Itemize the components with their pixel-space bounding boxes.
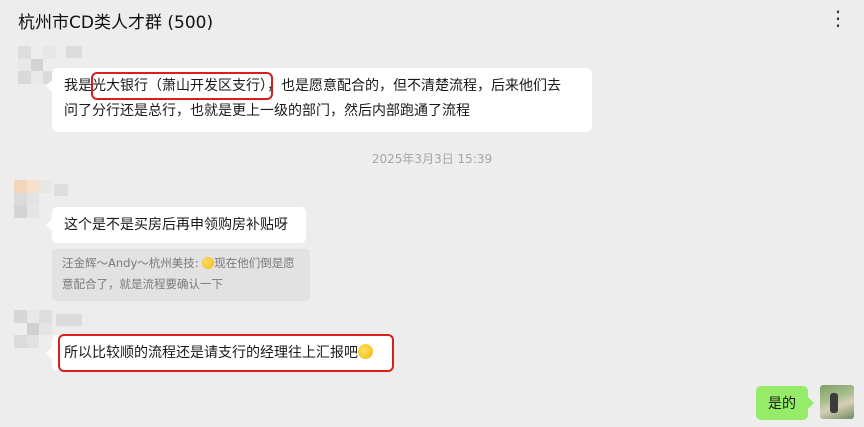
quote-text-1: 现在他们倒是愿 [214, 256, 295, 270]
message-text: 所以比较顺的流程还是请支行的经理往上汇报吧 [64, 345, 358, 361]
chat-title[interactable]: 杭州市CD类人才群 (500) [18, 8, 213, 33]
grinning-sweat-emoji-icon [202, 257, 215, 269]
quoted-message[interactable]: 汪金辉～Andy～杭州美技: 现在他们倒是愿 意配合了，就是流程要确认一下 [52, 249, 310, 301]
avatar[interactable] [18, 46, 56, 84]
message-text: 这个是不是买房后再申领购房补贴呀 [64, 217, 288, 233]
avatar[interactable] [14, 180, 52, 218]
avatar[interactable] [14, 310, 52, 348]
message-text-line-1: 我是光大银行（萧山开发区支行），也是愿意配合的，但不清楚流程，后来他们去 [64, 78, 561, 94]
more-options-icon[interactable]: ⋮ [828, 6, 848, 30]
self-avatar[interactable] [820, 385, 854, 419]
quote-text-2: 意配合了，就是流程要确认一下 [62, 277, 223, 291]
quote-sender: 汪金辉～Andy～杭州美技: [62, 256, 203, 270]
grinning-sweat-emoji-icon [358, 344, 373, 359]
timestamp: 2025年3月3日 15:39 [371, 152, 493, 166]
message-bubble[interactable]: 我是光大银行（萧山开发区支行），也是愿意配合的，但不清楚流程，后来他们去 问了分… [46, 68, 592, 132]
sender-name-blurred [56, 314, 82, 326]
chat-header: 杭州市CD类人才群 (500) ⋮ [0, 0, 864, 40]
sender-name-blurred [66, 46, 82, 58]
self-message-bubble[interactable]: 是的 [756, 386, 814, 420]
group-name: 杭州市CD类人才群 [18, 13, 162, 33]
message-bubble[interactable]: 所以比较顺的流程还是请支行的经理往上汇报吧 [46, 335, 392, 371]
message-text-line-2: 问了分行还是总行，也就是更上一级的部门，然后内部跑通了流程 [64, 103, 470, 119]
sender-name-blurred [54, 184, 68, 196]
message-text: 是的 [768, 396, 796, 412]
member-count: (500) [167, 13, 214, 33]
message-bubble[interactable]: 这个是不是买房后再申领购房补贴呀 [46, 207, 306, 243]
